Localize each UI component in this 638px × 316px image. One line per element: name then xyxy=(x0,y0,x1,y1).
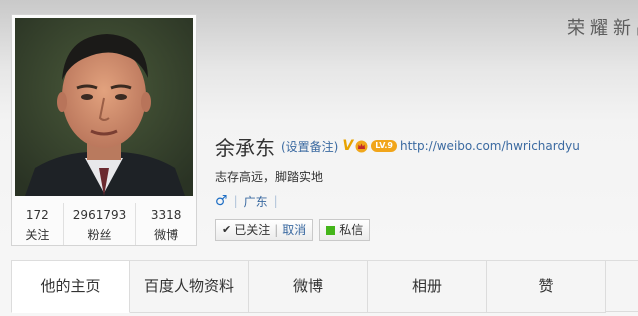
tab-weibo[interactable]: 微博 xyxy=(249,261,368,313)
stat-followers-count: 2961793 xyxy=(72,208,127,222)
stat-posts[interactable]: 3318 微博 xyxy=(135,203,196,245)
stat-following[interactable]: 172 关注 xyxy=(12,203,63,245)
stat-followers-label: 粉丝 xyxy=(87,228,112,242)
followed-label: 已关注 xyxy=(234,223,271,237)
verified-icon[interactable]: V xyxy=(342,138,353,154)
followed-button[interactable]: ✔ 已关注 | 取消 xyxy=(215,219,314,241)
profile-info: 余承东 (设置备注) V LV.9 http://weibo.com/hwric… xyxy=(215,132,635,241)
profile-name: 余承东 xyxy=(215,135,275,160)
private-message-label: 私信 xyxy=(339,223,364,237)
stat-posts-label: 微博 xyxy=(154,228,179,242)
avatar[interactable] xyxy=(15,18,193,196)
male-icon: ♂ xyxy=(215,193,228,209)
level-badge[interactable]: LV.9 xyxy=(371,140,397,152)
divider: | xyxy=(273,194,278,208)
profile-meta: ♂ | 广东 | xyxy=(215,193,635,209)
banner-promo-text: 荣耀新品 xyxy=(567,18,638,39)
set-remark-link[interactable]: (设置备注) xyxy=(281,138,338,155)
private-message-button[interactable]: 私信 xyxy=(319,219,371,241)
tab-likes[interactable]: 赞 xyxy=(487,261,606,313)
name-row: 余承东 (设置备注) V LV.9 http://weibo.com/hwric… xyxy=(215,132,635,160)
profile-card: 172 关注 2961793 粉丝 3318 微博 xyxy=(11,14,197,246)
tab-bar-filler xyxy=(606,261,638,312)
tab-home[interactable]: 他的主页 xyxy=(11,261,130,313)
profile-bio: 志存高远，脚踏实地 xyxy=(215,170,324,184)
stat-followers[interactable]: 2961793 粉丝 xyxy=(62,203,136,245)
divider: | xyxy=(274,223,279,237)
profile-actions: ✔ 已关注 | 取消 私信 xyxy=(215,219,635,241)
crown-icon[interactable] xyxy=(355,140,368,153)
unfollow-link[interactable]: 取消 xyxy=(282,220,306,240)
profile-stats: 172 关注 2961793 粉丝 3318 微博 xyxy=(12,203,196,245)
check-icon: ✔ xyxy=(222,223,232,236)
location-link[interactable]: 广东 xyxy=(244,193,268,210)
profile-url-link[interactable]: http://weibo.com/hwrichardyu xyxy=(400,139,580,153)
avatar-photo xyxy=(15,18,193,196)
divider: | xyxy=(233,194,238,208)
message-icon xyxy=(326,225,336,235)
stat-following-count: 172 xyxy=(25,208,49,222)
stat-following-label: 关注 xyxy=(25,228,50,242)
tab-baidu-profile[interactable]: 百度人物资料 xyxy=(130,261,249,313)
profile-tabs: 他的主页 百度人物资料 微博 相册 赞 xyxy=(11,260,638,313)
tab-album[interactable]: 相册 xyxy=(368,261,487,313)
stat-posts-count: 3318 xyxy=(150,208,182,222)
